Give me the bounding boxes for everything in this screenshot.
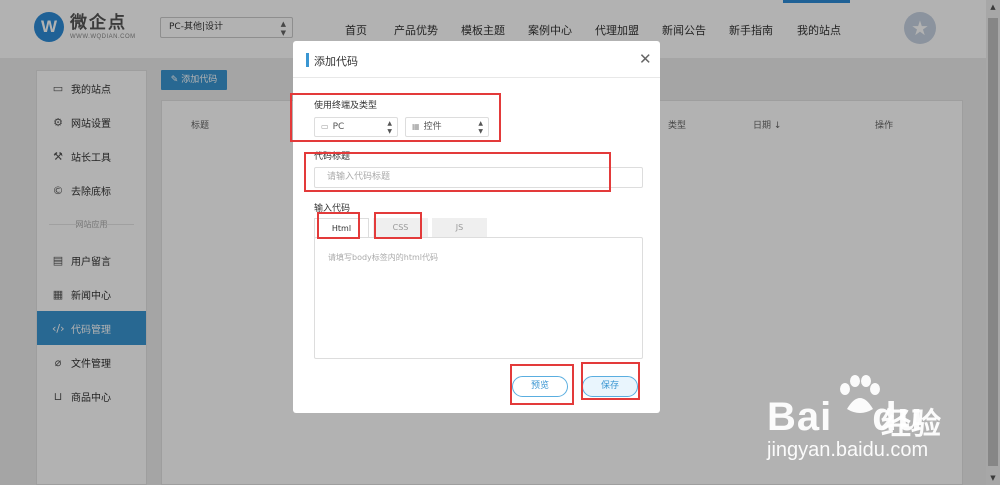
watermark-url: jingyan.baidu.com bbox=[767, 439, 929, 461]
modal-title: 添加代码 bbox=[314, 55, 358, 68]
tab-js[interactable]: JS bbox=[432, 218, 487, 238]
highlight-box-css-tab bbox=[374, 212, 422, 239]
highlight-box-title bbox=[304, 152, 611, 192]
divider bbox=[293, 77, 660, 78]
highlight-box-terminal bbox=[290, 93, 501, 142]
title-accent-bar bbox=[306, 53, 309, 67]
baidu-jingyan-watermark: Bai du 经验 jingyan.baidu.com bbox=[757, 375, 957, 470]
highlight-box-save bbox=[581, 362, 640, 400]
close-icon[interactable]: ✕ bbox=[639, 50, 652, 68]
highlight-box-html-tab bbox=[317, 212, 360, 239]
highlight-box-preview bbox=[510, 364, 574, 405]
code-textarea[interactable]: 请填写body标签内的html代码 bbox=[314, 237, 643, 359]
watermark-cn: 经验 bbox=[881, 407, 941, 442]
